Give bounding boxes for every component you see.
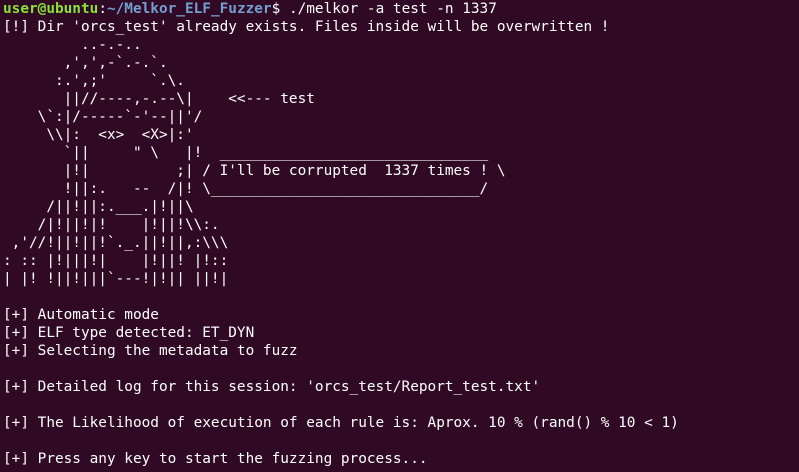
prompt-separator: : bbox=[98, 1, 107, 17]
output-line: ..-.-.. bbox=[3, 37, 142, 53]
output-line: |!| ;| / I'll be corrupted 1337 times ! … bbox=[3, 163, 506, 179]
output-line: /|!||!|! |!||!\\:. bbox=[3, 217, 220, 233]
output-line: [+] Press any key to start the fuzzing p… bbox=[3, 451, 428, 467]
command-text: ./melkor -a test -n 1337 bbox=[288, 1, 497, 17]
prompt-path: ~/Melkor_ELF_Fuzzer bbox=[106, 1, 272, 17]
prompt-line: user@ubuntu:~/Melkor_ELF_Fuzzer$ ./melko… bbox=[3, 0, 799, 18]
output-line: [+] The Likelihood of execution of each … bbox=[3, 415, 679, 431]
output-line: | |! !||!|||`---!|!|| ||!| bbox=[3, 271, 229, 287]
output-line: [+] ELF type detected: ET_DYN bbox=[3, 325, 255, 341]
output-line: [+] Selecting the metadata to fuzz bbox=[3, 343, 298, 359]
output-line: \`:|/-----`-'--||'/ bbox=[3, 109, 203, 125]
output-line: ||//----,-.--\| <<--- test bbox=[3, 91, 315, 107]
output-line: ,'//!||!||!`._.||!||,:\\\ bbox=[3, 235, 229, 251]
output-line: /||!||:.___.|!||\ bbox=[3, 199, 194, 215]
prompt-symbol: $ bbox=[271, 1, 289, 17]
output-line: :.',;' `.\. bbox=[3, 73, 185, 89]
terminal-output: [!] Dir 'orcs_test' already exists. File… bbox=[3, 18, 799, 468]
output-line: ,',',-`.-.`. bbox=[3, 55, 168, 71]
output-line: !||:. -- /|! \__________________________… bbox=[3, 181, 489, 197]
output-line: \\|: <x> <X>|:' bbox=[3, 127, 194, 143]
output-line: [+] Automatic mode bbox=[3, 307, 159, 323]
prompt-user-host: user@ubuntu bbox=[3, 1, 99, 17]
output-line: [!] Dir 'orcs_test' already exists. File… bbox=[3, 19, 610, 35]
terminal-window[interactable]: user@ubuntu:~/Melkor_ELF_Fuzzer$ ./melko… bbox=[0, 0, 799, 472]
output-line: : :: |!|||!| |!||! |!:: bbox=[3, 253, 229, 269]
output-line: [+] Detailed log for this session: 'orcs… bbox=[3, 379, 541, 395]
output-line: `|| " \ |! _____________________________… bbox=[3, 145, 489, 161]
